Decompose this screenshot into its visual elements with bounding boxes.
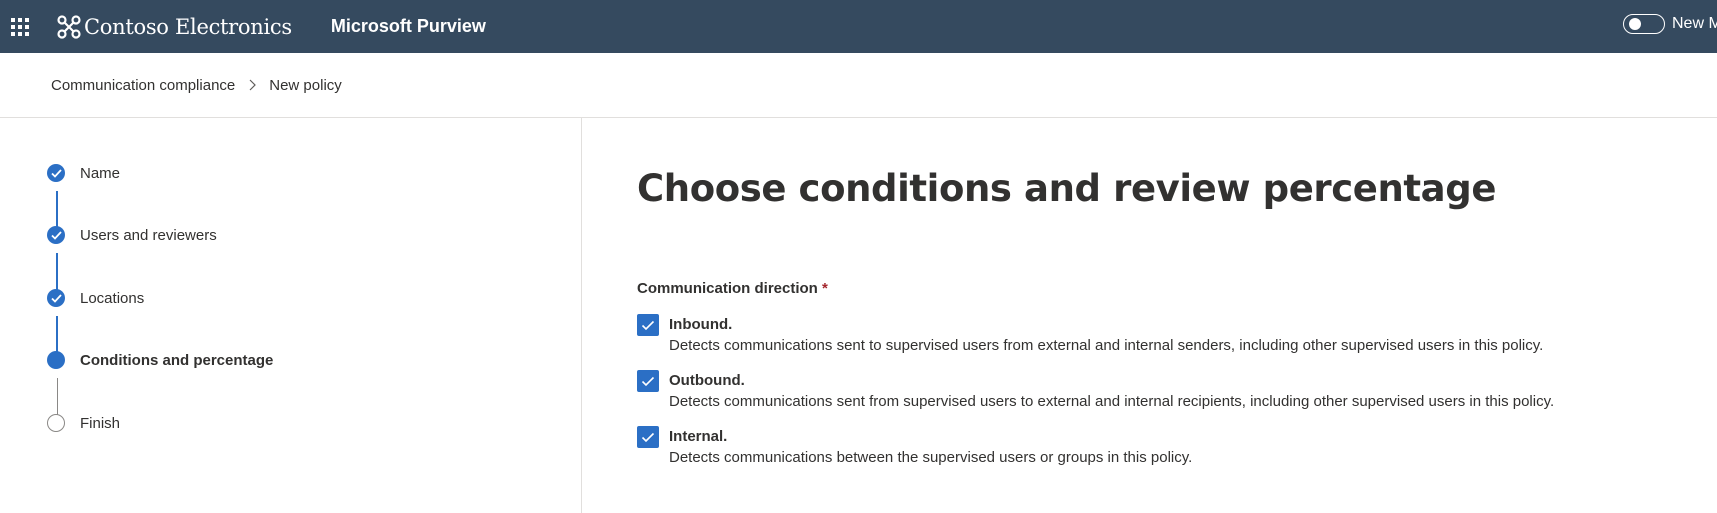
step-label: Locations xyxy=(80,289,145,307)
checkmark-icon xyxy=(47,164,65,182)
checkmark-icon xyxy=(641,320,655,330)
communication-direction-label: Communication direction * xyxy=(637,280,828,297)
field-label: Communication direction xyxy=(637,280,818,297)
breadcrumb: Communication compliance New policy xyxy=(0,53,1717,118)
option-description: Detects communications between the super… xyxy=(669,449,1193,466)
step-label: Conditions and percentage xyxy=(80,351,274,369)
main-content: Choose conditions and review percentage … xyxy=(582,118,1717,513)
option-title: Outbound. xyxy=(669,372,745,389)
toggle-label: New M xyxy=(1672,15,1717,32)
new-experience-toggle[interactable]: New M xyxy=(1623,14,1717,34)
checkmark-icon xyxy=(641,432,655,442)
step-users-and-reviewers[interactable]: Users and reviewers xyxy=(47,224,217,246)
option-title: Inbound. xyxy=(669,316,733,333)
option-description: Detects communications sent from supervi… xyxy=(669,393,1555,410)
app-launcher-icon[interactable] xyxy=(10,17,30,37)
step-label: Finish xyxy=(80,414,121,432)
top-bar: Contoso Electronics Microsoft Purview Ne… xyxy=(0,0,1717,53)
inbound-checkbox[interactable] xyxy=(637,314,659,336)
option-title: Internal. xyxy=(669,428,728,445)
contoso-logo-icon xyxy=(57,14,81,39)
internal-checkbox[interactable] xyxy=(637,426,659,448)
current-step-icon xyxy=(47,351,65,369)
breadcrumb-item-new-policy: New policy xyxy=(269,76,342,94)
step-label: Name xyxy=(80,164,121,182)
brand-name: Contoso Electronics xyxy=(84,14,292,39)
pending-step-icon xyxy=(47,414,65,432)
page-title: Choose conditions and review percentage xyxy=(637,167,1497,210)
step-locations[interactable]: Locations xyxy=(47,287,144,309)
option-inbound: Inbound. Detects communications sent to … xyxy=(637,314,1543,356)
step-name[interactable]: Name xyxy=(47,162,120,184)
app-name[interactable]: Microsoft Purview xyxy=(331,16,486,37)
required-indicator: * xyxy=(822,280,828,297)
checkmark-icon xyxy=(47,226,65,244)
breadcrumb-item-communication-compliance[interactable]: Communication compliance xyxy=(51,77,235,94)
option-outbound: Outbound. Detects communications sent fr… xyxy=(637,370,1554,412)
toggle-switch[interactable] xyxy=(1623,14,1665,34)
outbound-checkbox[interactable] xyxy=(637,370,659,392)
chevron-right-icon xyxy=(249,79,257,91)
brand[interactable]: Contoso Electronics xyxy=(56,14,292,40)
option-description: Detects communications sent to supervise… xyxy=(669,337,1544,354)
checkmark-icon xyxy=(47,289,65,307)
checkmark-icon xyxy=(641,376,655,386)
wizard-stepper: Name Users and reviewers Locations Condi… xyxy=(0,118,582,513)
step-finish: Finish xyxy=(47,412,120,434)
step-label: Users and reviewers xyxy=(80,226,217,244)
step-conditions-and-percentage[interactable]: Conditions and percentage xyxy=(47,349,273,371)
option-internal: Internal. Detects communications between… xyxy=(637,426,1192,468)
